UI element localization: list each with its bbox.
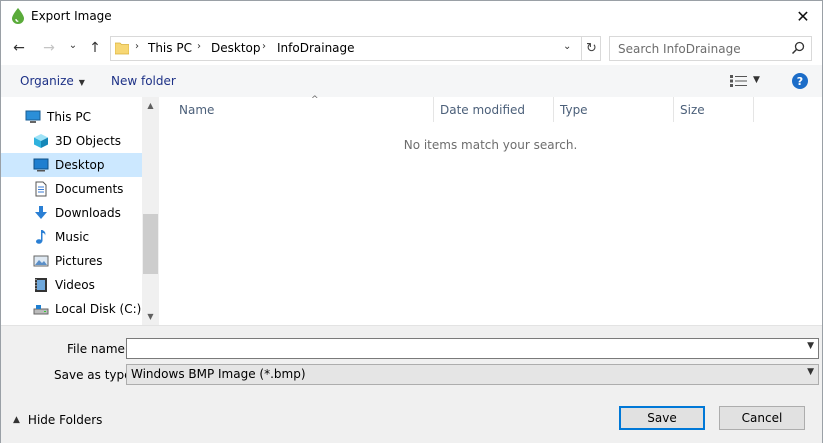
hide-folders-button[interactable]: ▲ Hide Folders	[13, 413, 102, 427]
refresh-button[interactable]: ↻	[581, 37, 601, 60]
navigation-scrollbar[interactable]: ▲ ▼	[142, 97, 159, 325]
download-icon	[35, 206, 47, 219]
column-header-name[interactable]: Name ^	[173, 95, 434, 122]
sidebar-item-videos[interactable]: Videos	[1, 273, 142, 297]
breadcrumb-separator: ›	[135, 41, 139, 52]
breadcrumb-separator: ›	[262, 41, 266, 52]
export-image-dialog: Export Image ✕ ← → ⌄ ↑ › This PC › Deskt…	[0, 0, 823, 443]
help-button[interactable]: ?	[792, 73, 808, 89]
caret-down-icon: ▼	[78, 78, 85, 87]
recent-locations-button[interactable]: ⌄	[67, 36, 79, 54]
sidebar-item-downloads[interactable]: Downloads	[1, 201, 142, 225]
chevron-up-icon: ▲	[13, 415, 20, 425]
sidebar-item-label: Music	[55, 230, 90, 244]
cube-icon	[34, 134, 48, 148]
forward-arrow-icon: →	[43, 40, 55, 56]
sidebar-item-this-pc[interactable]: This PC	[1, 105, 142, 129]
folder-icon	[115, 42, 129, 55]
sidebar-item-label: Videos	[55, 278, 95, 292]
close-button[interactable]: ✕	[788, 1, 818, 32]
column-header-date-modified[interactable]: Date modified	[434, 97, 554, 122]
up-button[interactable]: ↑	[87, 39, 103, 57]
forward-button[interactable]: →	[41, 39, 57, 57]
sidebar-item-label: This PC	[47, 110, 91, 124]
file-name-combobox: ▼	[126, 338, 819, 359]
document-icon	[35, 181, 47, 197]
search-input[interactable]	[610, 37, 785, 60]
sidebar-item-label: Local Disk (C:)	[55, 302, 142, 316]
file-name-label: File name:	[67, 342, 129, 356]
address-bar[interactable]: › This PC › Desktop › InfoDrainage ⌄ ↻	[110, 36, 601, 61]
file-name-input[interactable]	[127, 339, 797, 358]
breadcrumb-this-pc[interactable]: This PC	[148, 41, 192, 55]
sidebar-item-label: 3D Objects	[55, 134, 122, 148]
scrollbar-thumb[interactable]	[143, 214, 158, 274]
sidebar-item-label: Desktop	[55, 158, 105, 172]
new-folder-button[interactable]: New folder	[111, 74, 176, 88]
save-button[interactable]: Save	[619, 406, 705, 430]
view-options-icon[interactable]	[730, 75, 748, 87]
hide-folders-label: Hide Folders	[27, 413, 103, 427]
save-as-type-value: Windows BMP Image (*.bmp)	[131, 367, 306, 381]
up-arrow-icon: ↑	[89, 40, 101, 56]
breadcrumb-desktop[interactable]: Desktop	[211, 41, 261, 55]
search-box	[609, 36, 812, 61]
sidebar-item-label: Pictures	[55, 254, 103, 268]
infodrainage-app-icon	[12, 8, 24, 24]
scroll-up-icon[interactable]: ▲	[142, 97, 159, 114]
back-arrow-icon: ←	[13, 40, 25, 56]
chevron-down-icon: ⌄	[68, 39, 78, 51]
chevron-down-icon[interactable]: ▼	[807, 341, 814, 351]
music-icon	[36, 230, 46, 244]
drive-icon	[33, 305, 49, 315]
desktop-icon	[33, 158, 49, 172]
help-icon: ?	[796, 74, 804, 88]
address-dropdown-icon[interactable]: ⌄	[563, 41, 571, 52]
sidebar-item-3d-objects[interactable]: 3D Objects	[1, 129, 142, 153]
navigation-bar: ← → ⌄ ↑ › This PC › Desktop › InfoDraina…	[1, 32, 822, 65]
sidebar-item-documents[interactable]: Documents	[1, 177, 142, 201]
organize-menu-button[interactable]: Organize ▼	[20, 74, 85, 88]
organize-label: Organize	[20, 74, 74, 88]
sidebar-item-local-disk[interactable]: Local Disk (C:)	[1, 297, 142, 321]
pictures-icon	[33, 255, 49, 267]
save-as-type-select[interactable]: Windows BMP Image (*.bmp) ▼	[126, 364, 819, 385]
sidebar-item-label: Downloads	[55, 206, 121, 220]
view-dropdown-icon[interactable]: ▼	[753, 75, 760, 85]
save-form: File name: ▼ Save as type: Windows BMP I…	[1, 325, 822, 443]
breadcrumb-infodrainage[interactable]: InfoDrainage	[277, 41, 355, 55]
sidebar-item-desktop[interactable]: Desktop	[1, 153, 142, 177]
back-button[interactable]: ←	[11, 39, 27, 57]
sidebar-item-music[interactable]: Music	[1, 225, 142, 249]
sort-ascending-icon: ^	[311, 95, 319, 105]
sidebar-item-label: Documents	[55, 182, 124, 196]
scroll-down-icon[interactable]: ▼	[142, 308, 159, 325]
column-header-size[interactable]: Size	[674, 97, 754, 122]
cancel-button[interactable]: Cancel	[719, 406, 805, 430]
videos-icon	[35, 278, 47, 292]
file-list: Name ^ Date modified Type Size No items …	[159, 95, 822, 325]
computer-icon	[25, 110, 41, 123]
save-as-type-label: Save as type:	[54, 368, 136, 382]
command-toolbar: Organize ▼ New folder ▼ ?	[1, 65, 822, 97]
navigation-pane: This PC 3D Objects Desktop Documents Dow…	[1, 97, 159, 325]
close-icon: ✕	[796, 7, 810, 26]
empty-state-message: No items match your search.	[403, 138, 578, 152]
sidebar-item-pictures[interactable]: Pictures	[1, 249, 142, 273]
breadcrumb-separator: ›	[197, 41, 201, 52]
refresh-icon: ↻	[586, 41, 597, 56]
chevron-down-icon: ▼	[807, 367, 814, 377]
window-title: Export Image	[31, 9, 112, 23]
column-header-type[interactable]: Type	[554, 97, 674, 122]
title-bar: Export Image ✕	[1, 1, 822, 32]
search-icon[interactable]	[791, 41, 805, 55]
